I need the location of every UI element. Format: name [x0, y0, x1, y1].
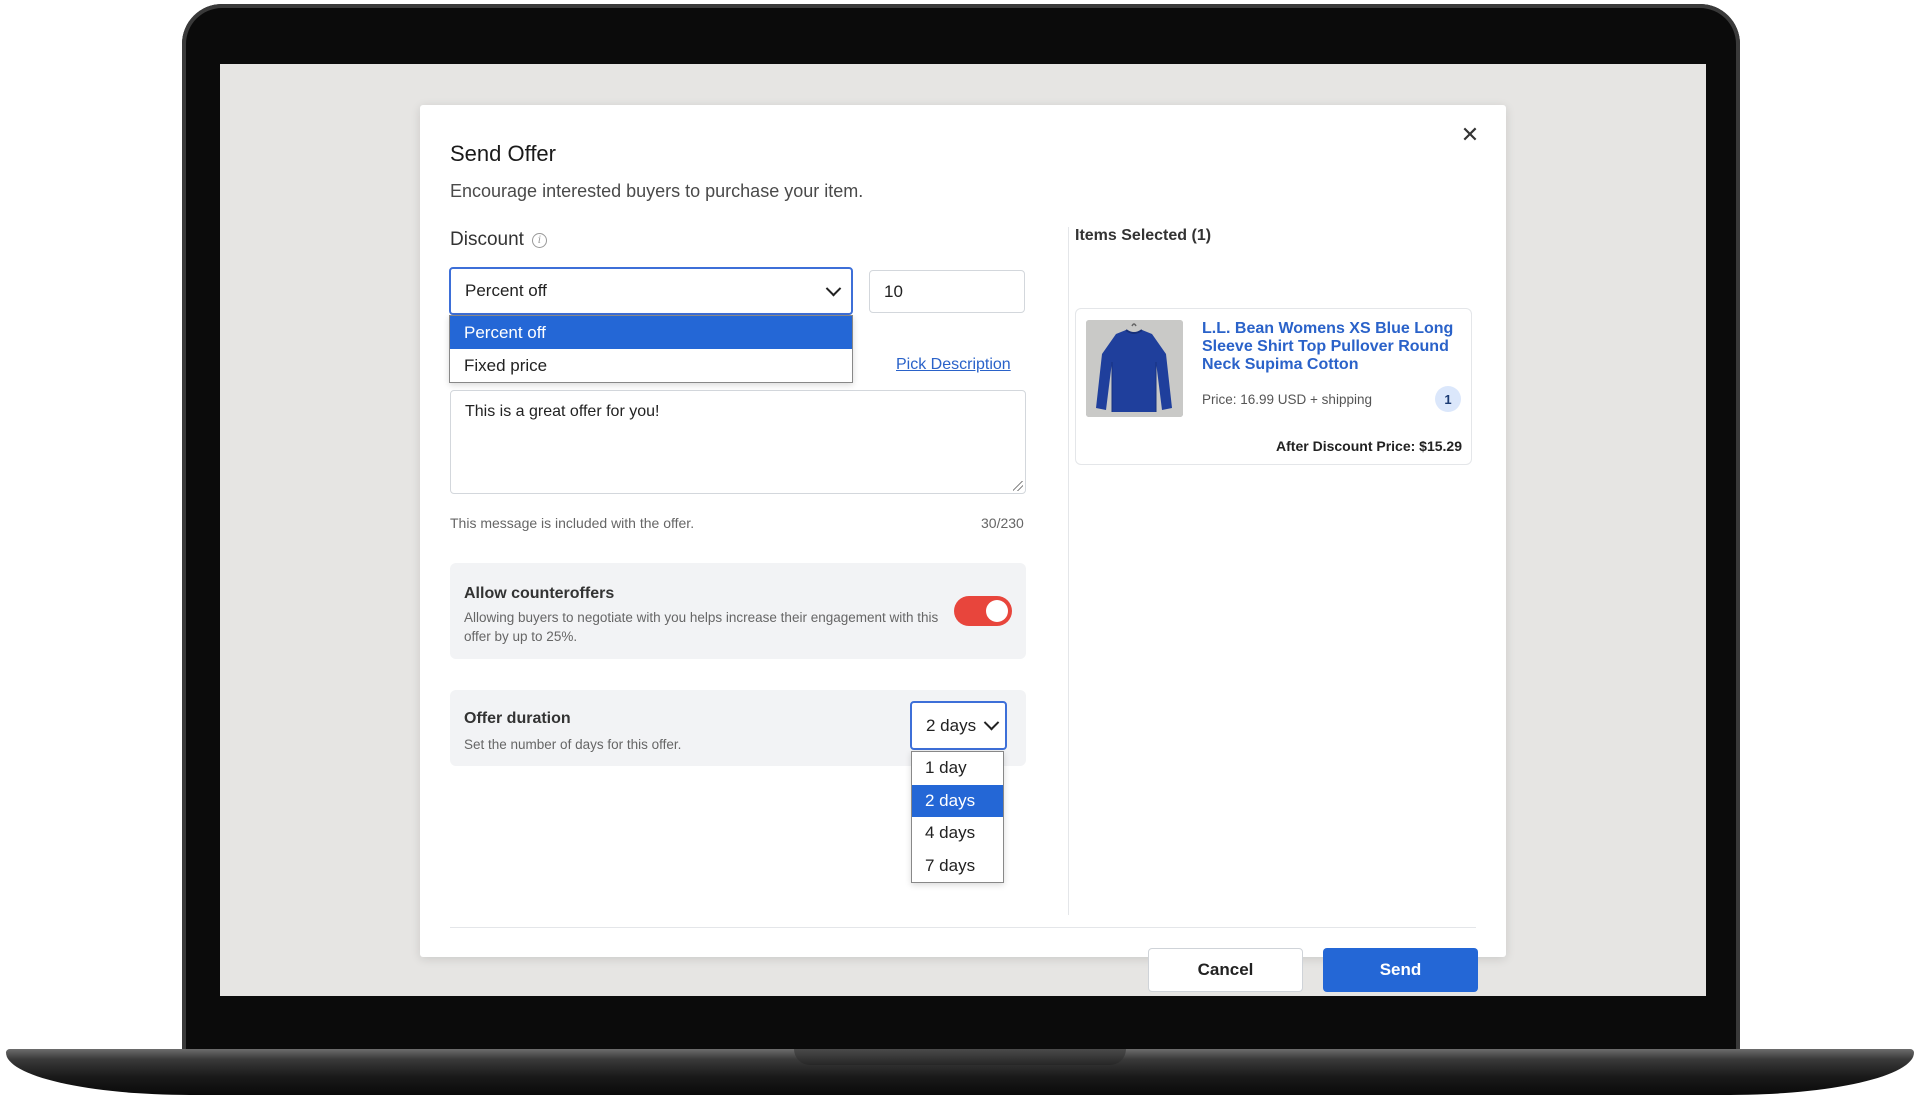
footer-divider [450, 927, 1476, 928]
counteroffers-title: Allow counteroffers [464, 585, 615, 602]
chevron-down-icon [825, 280, 842, 296]
discount-type-value: Percent off [465, 281, 547, 300]
item-price: Price: 16.99 USD + shipping [1202, 392, 1372, 407]
discount-label-text: Discount [450, 229, 524, 250]
discount-label: Discount i [450, 229, 547, 251]
screen: ✕ Send Offer Encourage interested buyers… [220, 64, 1706, 996]
toggle-knob [986, 600, 1008, 622]
offer-duration-title: Offer duration [464, 710, 571, 727]
cancel-button[interactable]: Cancel [1148, 948, 1303, 992]
counteroffers-panel: Allow counteroffers Allowing buyers to n… [450, 563, 1026, 659]
send-offer-modal: ✕ Send Offer Encourage interested buyers… [420, 105, 1506, 992]
duration-option-4-days[interactable]: 4 days [912, 817, 1003, 850]
after-discount-price: After Discount Price: $15.29 [1276, 438, 1462, 454]
counteroffers-description: Allowing buyers to negotiate with you he… [464, 610, 939, 644]
chevron-down-icon [983, 714, 1000, 731]
offer-duration-select[interactable]: 2 days [910, 701, 1007, 750]
message-helper-text: This message is included with the offer. [450, 515, 695, 531]
duration-option-2-days[interactable]: 2 days [912, 784, 1003, 817]
offer-duration-dropdown: 1 day 2 days 4 days 7 days [911, 751, 1004, 883]
close-button[interactable]: ✕ [1456, 121, 1484, 149]
laptop-notch [794, 1049, 1126, 1065]
column-divider [1068, 227, 1069, 915]
discount-type-dropdown: Percent off Fixed price [449, 315, 853, 383]
duration-option-7-days[interactable]: 7 days [912, 850, 1003, 883]
pick-description-link[interactable]: Pick Description [896, 356, 1011, 374]
close-icon: ✕ [1460, 122, 1480, 147]
message-char-counter: 30/230 [981, 515, 1024, 531]
offer-duration-description: Set the number of days for this offer. [464, 737, 682, 752]
offer-message-textarea[interactable]: This is a great offer for you! [450, 390, 1026, 494]
counteroffers-toggle[interactable] [954, 596, 1012, 626]
info-icon[interactable]: i [531, 232, 547, 248]
offer-message-text: This is a great offer for you! [465, 403, 660, 420]
duration-option-1-day[interactable]: 1 day [912, 752, 1003, 785]
item-quantity-badge: 1 [1435, 386, 1461, 412]
selected-item-card: L.L. Bean Womens XS Blue Long Sleeve Shi… [1075, 308, 1472, 465]
discount-value-input[interactable]: 10 [869, 270, 1025, 313]
item-title-link[interactable]: L.L. Bean Womens XS Blue Long Sleeve Shi… [1202, 320, 1462, 374]
items-selected-title: Items Selected (1) [1075, 227, 1212, 244]
discount-type-select[interactable]: Percent off [449, 267, 853, 315]
modal-subtitle: Encourage interested buyers to purchase … [450, 181, 864, 201]
modal-title: Send Offer [450, 141, 556, 166]
resize-handle[interactable] [1013, 481, 1023, 491]
discount-option-fixed-price[interactable]: Fixed price [450, 349, 852, 382]
blue-shirt-image [1086, 320, 1183, 417]
item-thumbnail[interactable] [1086, 320, 1183, 417]
send-button[interactable]: Send [1323, 948, 1478, 992]
offer-duration-value: 2 days [926, 715, 977, 735]
discount-option-percent-off[interactable]: Percent off [450, 316, 852, 349]
